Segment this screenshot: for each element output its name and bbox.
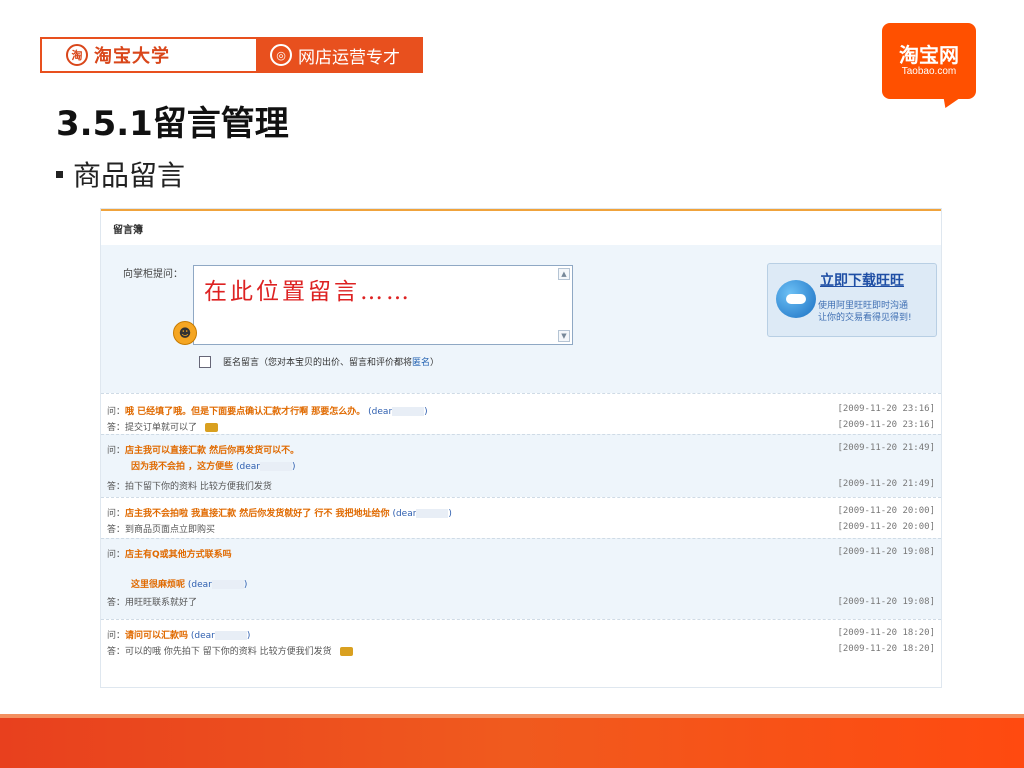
question-timestamp: [2009-11-20 23:16]: [837, 404, 935, 414]
ask-label: 向掌柜提问：: [123, 269, 183, 280]
question-line: 问：请问可以汇款吗 (dear): [107, 631, 251, 641]
emoticon-icon: [339, 647, 353, 656]
list-item: 问：店主我不会拍啦 我直接汇款 然后你发货就好了 行不 我把地址给你 (dear…: [101, 497, 941, 538]
question-line: 问：店主我不会拍啦 我直接汇款 然后你发货就好了 行不 我把地址给你 (dear…: [107, 509, 452, 519]
wangwang-mascot-icon: [776, 280, 816, 318]
anonymous-link[interactable]: 匿名: [412, 355, 430, 368]
answer-line: 答：到商品页面点立即购买: [107, 525, 216, 535]
anonymous-checkbox[interactable]: [199, 355, 211, 368]
anonymous-label-tail: ）: [430, 358, 440, 368]
answer-line: 答：可以的哦 你先拍下 留下你的资料 比较方便我们发货: [107, 644, 353, 657]
wangwang-download-link[interactable]: 立即下载旺旺: [820, 270, 904, 290]
anonymous-option[interactable]: 匿名留言（您对本宝贝的出价、留言和评价都将 匿名 ）: [199, 355, 439, 368]
anonymous-label: 匿名留言（您对本宝贝的出价、留言和评价都将: [223, 358, 413, 368]
question-line: 问：哦 已经填了哦。但是下面要点确认汇款才行啊 那要怎么办。 (dear): [107, 407, 428, 417]
scroll-down-arrow[interactable]: ▼: [558, 330, 570, 342]
nickname-mask: [392, 407, 425, 416]
seal-icon: 淘: [66, 44, 88, 66]
list-item: 问：店主有Q或其他方式联系吗 这里很麻烦呢 (dear) [2009-11-20…: [101, 538, 941, 619]
list-item: 问：请问可以汇款吗 (dear) [2009-11-20 18:20] 答：可以…: [101, 619, 941, 664]
panel-header: 留言簿: [101, 211, 941, 246]
ask-form: 向掌柜提问： 在此位置留言…… ▲ ▼ ☻ 匿名留言（您对本宝贝的出价、留言和评…: [101, 245, 941, 393]
answer-timestamp: [2009-11-20 23:16]: [837, 420, 935, 430]
textarea-hint: 在此位置留言……: [204, 279, 412, 305]
answer-line: 答：提交订单就可以了: [107, 420, 219, 433]
question-line-2: 这里很麻烦呢 (dear): [131, 580, 248, 590]
question-timestamp: [2009-11-20 21:49]: [837, 443, 935, 453]
wangwang-download-promo[interactable]: 立即下载旺旺 使用阿里旺旺即时沟通 让你的交易看得见得到!: [767, 263, 937, 337]
question-timestamp: [2009-11-20 18:20]: [837, 628, 935, 638]
logo-sub-text: Taobao.com: [901, 66, 957, 77]
answer-timestamp: [2009-11-20 18:20]: [837, 644, 935, 654]
question-line-2: 因为我不会拍 ，这方便些 (dear): [131, 462, 296, 472]
nickname-mask: [211, 580, 244, 589]
question-timestamp: [2009-11-20 19:08]: [837, 547, 935, 557]
globe-icon: ◎: [270, 44, 292, 66]
nickname: (dear: [368, 407, 393, 417]
scroll-up-arrow[interactable]: ▲: [558, 268, 570, 280]
taobao-university-badge: 淘 淘宝大学: [40, 37, 258, 73]
guestbook-panel: 留言簿 向掌柜提问： 在此位置留言…… ▲ ▼ ☻ 匿名留言（您对本宝贝的出价、…: [100, 208, 942, 688]
slide-title: 3.5.1留言管理: [56, 104, 289, 144]
guestbook-title: 留言簿: [113, 225, 143, 236]
list-item: 问：店主我可以直接汇款 然后你再发货可以不。 因为我不会拍 ，这方便些 (dea…: [101, 434, 941, 497]
emoticon-icon[interactable]: ☻: [173, 321, 197, 345]
answer-line: 答：拍下留下你的资料 比较方便我们发货: [107, 482, 272, 492]
message-textarea[interactable]: 在此位置留言…… ▲ ▼: [193, 265, 573, 345]
bullet-item: 商品留言: [56, 154, 185, 194]
emoticon-icon: [205, 423, 219, 432]
course-name: 网店运营专才: [298, 47, 400, 68]
answer-timestamp: [2009-11-20 21:49]: [837, 479, 935, 489]
bullet-icon: [56, 170, 63, 178]
logo-main-text: 淘宝网: [899, 43, 959, 67]
nickname-mask: [416, 509, 449, 518]
question-timestamp: [2009-11-20 20:00]: [837, 506, 935, 516]
answer-timestamp: [2009-11-20 20:00]: [837, 522, 935, 532]
course-badge: ◎ 网店运营专才: [258, 37, 423, 73]
answer-timestamp: [2009-11-20 19:08]: [837, 597, 935, 607]
message-list: 问：哦 已经填了哦。但是下面要点确认汇款才行啊 那要怎么办。 (dear) [2…: [101, 393, 941, 664]
bullet-text: 商品留言: [73, 159, 186, 192]
taobao-logo: 淘宝网 Taobao.com: [882, 23, 976, 99]
nickname-mask: [260, 462, 292, 471]
wangwang-tagline-2: 让你的交易看得见得到!: [818, 313, 912, 323]
brand-bar: 淘 淘宝大学 ◎ 网店运营专才: [40, 37, 423, 73]
footer-bar: [0, 718, 1024, 768]
university-name: 淘宝大学: [94, 46, 170, 67]
question-line: 问：店主我可以直接汇款 然后你再发货可以不。: [107, 446, 300, 456]
list-item: 问：哦 已经填了哦。但是下面要点确认汇款才行啊 那要怎么办。 (dear) [2…: [101, 393, 941, 434]
question-line: 问：店主有Q或其他方式联系吗: [107, 550, 232, 560]
nickname-mask: [214, 631, 247, 640]
answer-line: 答：用旺旺联系就好了: [107, 598, 198, 608]
